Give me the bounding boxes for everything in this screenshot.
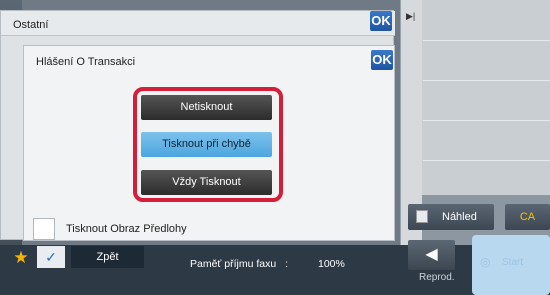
- play-icon[interactable]: ▶|: [406, 11, 415, 22]
- inner-dialog-title: Hlášení O Transakci: [36, 56, 136, 68]
- list-divider: [423, 40, 550, 41]
- speaker-icon: ◀: [425, 246, 438, 263]
- checkmark-icon: ✓: [45, 249, 57, 265]
- print-original-image-checkbox[interactable]: [33, 218, 55, 240]
- list-divider: [423, 120, 550, 121]
- preview-icon: [416, 210, 428, 223]
- back-button[interactable]: Zpět: [71, 246, 144, 268]
- option-tisknout-pri-chybe-button[interactable]: Tisknout při chybě: [141, 132, 272, 157]
- list-divider: [423, 160, 550, 161]
- reprod-label: Reprod.: [419, 272, 455, 283]
- outer-ok-button[interactable]: OK: [370, 11, 392, 31]
- fax-memory-value: 100%: [318, 258, 345, 270]
- preview-label: Náhled: [442, 211, 477, 223]
- start-icon: ◎: [480, 255, 491, 269]
- preview-button[interactable]: Náhled: [408, 204, 494, 230]
- start-label: Start: [502, 257, 524, 268]
- fax-memory-label-text: Paměť příjmu faxu: [190, 258, 277, 270]
- print-original-image-label: Tisknout Obraz Předlohy: [66, 223, 187, 235]
- option-vzdy-tisknout-button[interactable]: Vždy Tisknout: [141, 170, 272, 195]
- outer-dialog-title: Ostatní: [13, 19, 49, 31]
- fax-memory-label: Paměť příjmu faxu :: [190, 258, 288, 270]
- ca-button[interactable]: CA: [505, 204, 550, 230]
- option-netisknout-button[interactable]: Netisknout: [141, 95, 272, 120]
- inner-ok-button[interactable]: OK: [371, 50, 393, 70]
- outer-dialog-header: Ostatní OK: [1, 11, 395, 36]
- checkmark-button[interactable]: ✓: [37, 246, 65, 268]
- list-divider: [423, 80, 550, 81]
- speaker-button[interactable]: ◀: [408, 240, 455, 270]
- fax-memory-separator: :: [285, 258, 289, 270]
- star-icon[interactable]: ★: [11, 248, 31, 268]
- start-button[interactable]: ◎ Start: [472, 235, 550, 295]
- right-list-panel: [422, 0, 550, 195]
